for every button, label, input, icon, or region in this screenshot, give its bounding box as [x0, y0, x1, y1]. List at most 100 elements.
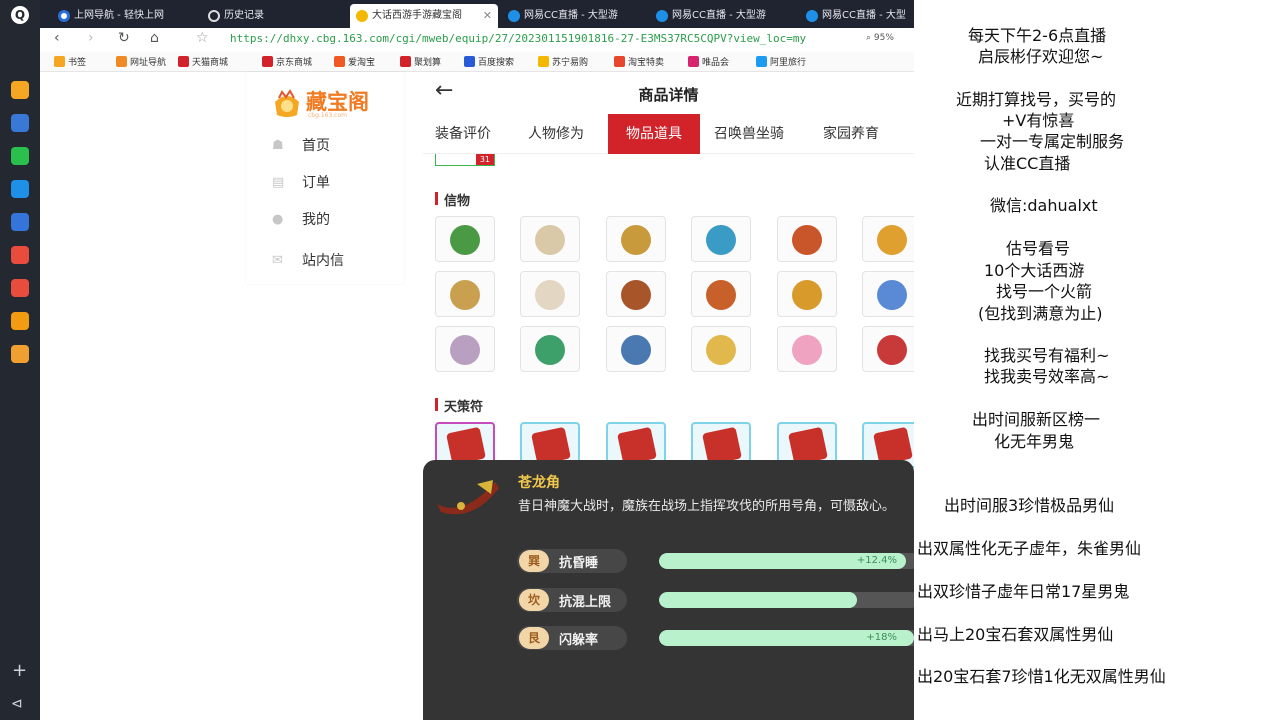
sidebar-item-label: 站内信 — [302, 253, 344, 269]
item-slot[interactable] — [691, 326, 751, 372]
sidebar-item-home[interactable]: ☗ 首页 — [272, 134, 392, 158]
add-icon[interactable]: + — [12, 660, 27, 681]
item-slot[interactable] — [606, 271, 666, 317]
trigram-badge: 坎 — [519, 589, 549, 611]
bookmark-item[interactable]: 书签 — [54, 55, 86, 68]
bookmark-label: 书签 — [68, 58, 87, 68]
site-logo[interactable]: 藏宝阁 cbg.163.com — [270, 84, 382, 120]
tab-title: 大话西游手游藏宝阁 — [372, 10, 462, 21]
bookmark-icon — [334, 56, 345, 67]
item-thumbnail-icon — [706, 225, 736, 255]
stream-promo-panel: 每天下午2-6点直播 启辰彬仔欢迎您~ 近期打算找号，买号的 +V有惊喜 一对一专属定制… — [914, 0, 1280, 720]
promo-line: 估号看号 — [1006, 239, 1071, 258]
attribute-value: +12.4% — [856, 555, 897, 566]
detail-panel: ← 商品详情 装备评价 人物修为 物品道具 召唤兽坐骑 家园养育 31 信物 天… — [423, 72, 914, 720]
item-thumbnail-icon — [621, 335, 651, 365]
pdf-icon[interactable] — [11, 279, 29, 297]
browser-tab[interactable]: 网易CC直播 - 大型游 — [650, 4, 790, 28]
reload-icon[interactable]: ↻ — [118, 30, 130, 46]
sun-icon[interactable] — [11, 81, 29, 99]
bookmark-item[interactable]: 天猫商城 — [178, 55, 228, 68]
address-toolbar: ‹ › ↻ ⌂ ☆ https://dhxy.cbg.163.com/cgi/m… — [40, 28, 914, 52]
trigram-badge: 巽 — [519, 550, 549, 572]
browser-tab[interactable]: 历史记录 — [202, 4, 342, 28]
browser-tab[interactable]: 网易CC直播 - 大型游 — [502, 4, 642, 28]
page-title: 商品详情 — [638, 86, 699, 104]
browser-tab[interactable]: 网易CC直播 - 大型 — [800, 4, 914, 28]
star-icon[interactable]: ☆ — [196, 30, 209, 46]
bookmark-item[interactable]: 淘宝特卖 — [614, 55, 664, 68]
item-slot[interactable] — [520, 326, 580, 372]
item-slot[interactable] — [862, 271, 914, 317]
home-icon: ☗ — [272, 138, 284, 153]
tab-items[interactable]: 物品道具 — [608, 114, 700, 154]
mail-icon: ✉ — [272, 253, 283, 268]
weibo-icon[interactable] — [11, 246, 29, 264]
cloud-icon[interactable] — [11, 213, 29, 231]
plane-icon[interactable] — [11, 180, 29, 198]
tab-pets-mounts[interactable]: 召唤兽坐骑 — [706, 114, 792, 154]
bookmark-item[interactable]: 网址导航 — [116, 55, 166, 68]
sidebar-item-orders[interactable]: ▤ 订单 — [272, 171, 392, 195]
browser-logo-icon[interactable]: Q — [11, 6, 29, 24]
item-slot[interactable] — [435, 271, 495, 317]
item-slot[interactable] — [777, 271, 837, 317]
bookmark-item[interactable]: 爱淘宝 — [334, 55, 375, 68]
folder-icon[interactable] — [11, 345, 29, 363]
sidebar-item-messages[interactable]: ✉ 站内信 — [272, 249, 392, 273]
item-slot[interactable] — [777, 326, 837, 372]
app-rail: Q + ⊲ — [0, 0, 40, 720]
item-thumbnail-icon — [535, 335, 565, 365]
search-tool-icon[interactable] — [11, 312, 29, 330]
forward-icon[interactable]: › — [88, 30, 94, 46]
item-slot[interactable] — [520, 216, 580, 262]
item-slot[interactable] — [520, 271, 580, 317]
item-slot[interactable] — [777, 216, 837, 262]
bookmark-label: 天猫商城 — [192, 58, 229, 68]
tab-equip-rating[interactable]: 装备评价 — [427, 114, 499, 154]
item-slot[interactable] — [691, 271, 751, 317]
horn-icon — [437, 480, 499, 515]
item-popup: 苍龙角 昔日神魔大战时，魔族在战场上指挥攻伐的所用号角，可慑敌心。 巽抗昏睡 +1… — [423, 460, 914, 720]
sidebar-item-mine[interactable]: ● 我的 — [272, 208, 392, 232]
item-slot[interactable] — [606, 216, 666, 262]
back-icon[interactable]: ‹ — [54, 30, 60, 46]
item-slot[interactable] — [435, 216, 495, 262]
bookmark-icon — [688, 56, 699, 67]
trigram-badge: 艮 — [519, 627, 549, 649]
count-badge: 31 — [435, 154, 495, 166]
item-slot[interactable] — [606, 326, 666, 372]
clock-icon[interactable] — [11, 114, 29, 132]
wechat-icon[interactable] — [11, 147, 29, 165]
detail-header: ← 商品详情 — [423, 72, 914, 114]
tab-home[interactable]: 家园养育 — [815, 114, 887, 154]
bookmark-item[interactable]: 阿里旅行 — [756, 55, 806, 68]
bookmark-item[interactable]: 聚划算 — [400, 55, 441, 68]
promo-line: 出双珍惜子虚年日常17星男鬼 — [917, 582, 1130, 601]
bookmark-item[interactable]: 京东商城 — [262, 55, 312, 68]
attribute-bar-fill — [659, 592, 857, 608]
item-thumbnail-icon — [877, 280, 907, 310]
item-description: 昔日神魔大战时，魔族在战场上指挥攻伐的所用号角，可慑敌心。 — [518, 499, 896, 514]
bookmark-item[interactable]: 唯品会 — [688, 55, 729, 68]
item-slot[interactable] — [691, 216, 751, 262]
sidebar-item-label: 我的 — [302, 212, 330, 228]
bookmark-item[interactable]: 苏宁易购 — [538, 55, 588, 68]
promo-line: 出时间服新区榜一 — [972, 410, 1101, 429]
item-thumbnail-icon — [792, 225, 822, 255]
tab-cultivation[interactable]: 人物修为 — [520, 114, 592, 154]
collapse-icon[interactable]: ⊲ — [11, 696, 23, 712]
bookmark-item[interactable]: 百度搜索 — [464, 55, 514, 68]
sidebar-item-label: 订单 — [302, 175, 330, 191]
close-icon[interactable]: ✕ — [483, 4, 492, 28]
attribute-row: 艮闪躲率 +18% — [517, 626, 914, 650]
item-slot[interactable] — [862, 326, 914, 372]
browser-tab[interactable]: 上网导航 - 轻快上网 — [52, 4, 192, 28]
item-slot[interactable] — [862, 216, 914, 262]
url-bar[interactable]: https://dhxy.cbg.163.com/cgi/mweb/equip/… — [230, 32, 806, 45]
zoom-level[interactable]: ⌕ 95% — [866, 33, 894, 43]
home-nav-icon[interactable]: ⌂ — [150, 30, 159, 46]
attribute-value: +18% — [866, 632, 897, 643]
item-slot[interactable] — [435, 326, 495, 372]
browser-tab-active[interactable]: 大话西游手游藏宝阁 ✕ — [350, 4, 498, 28]
